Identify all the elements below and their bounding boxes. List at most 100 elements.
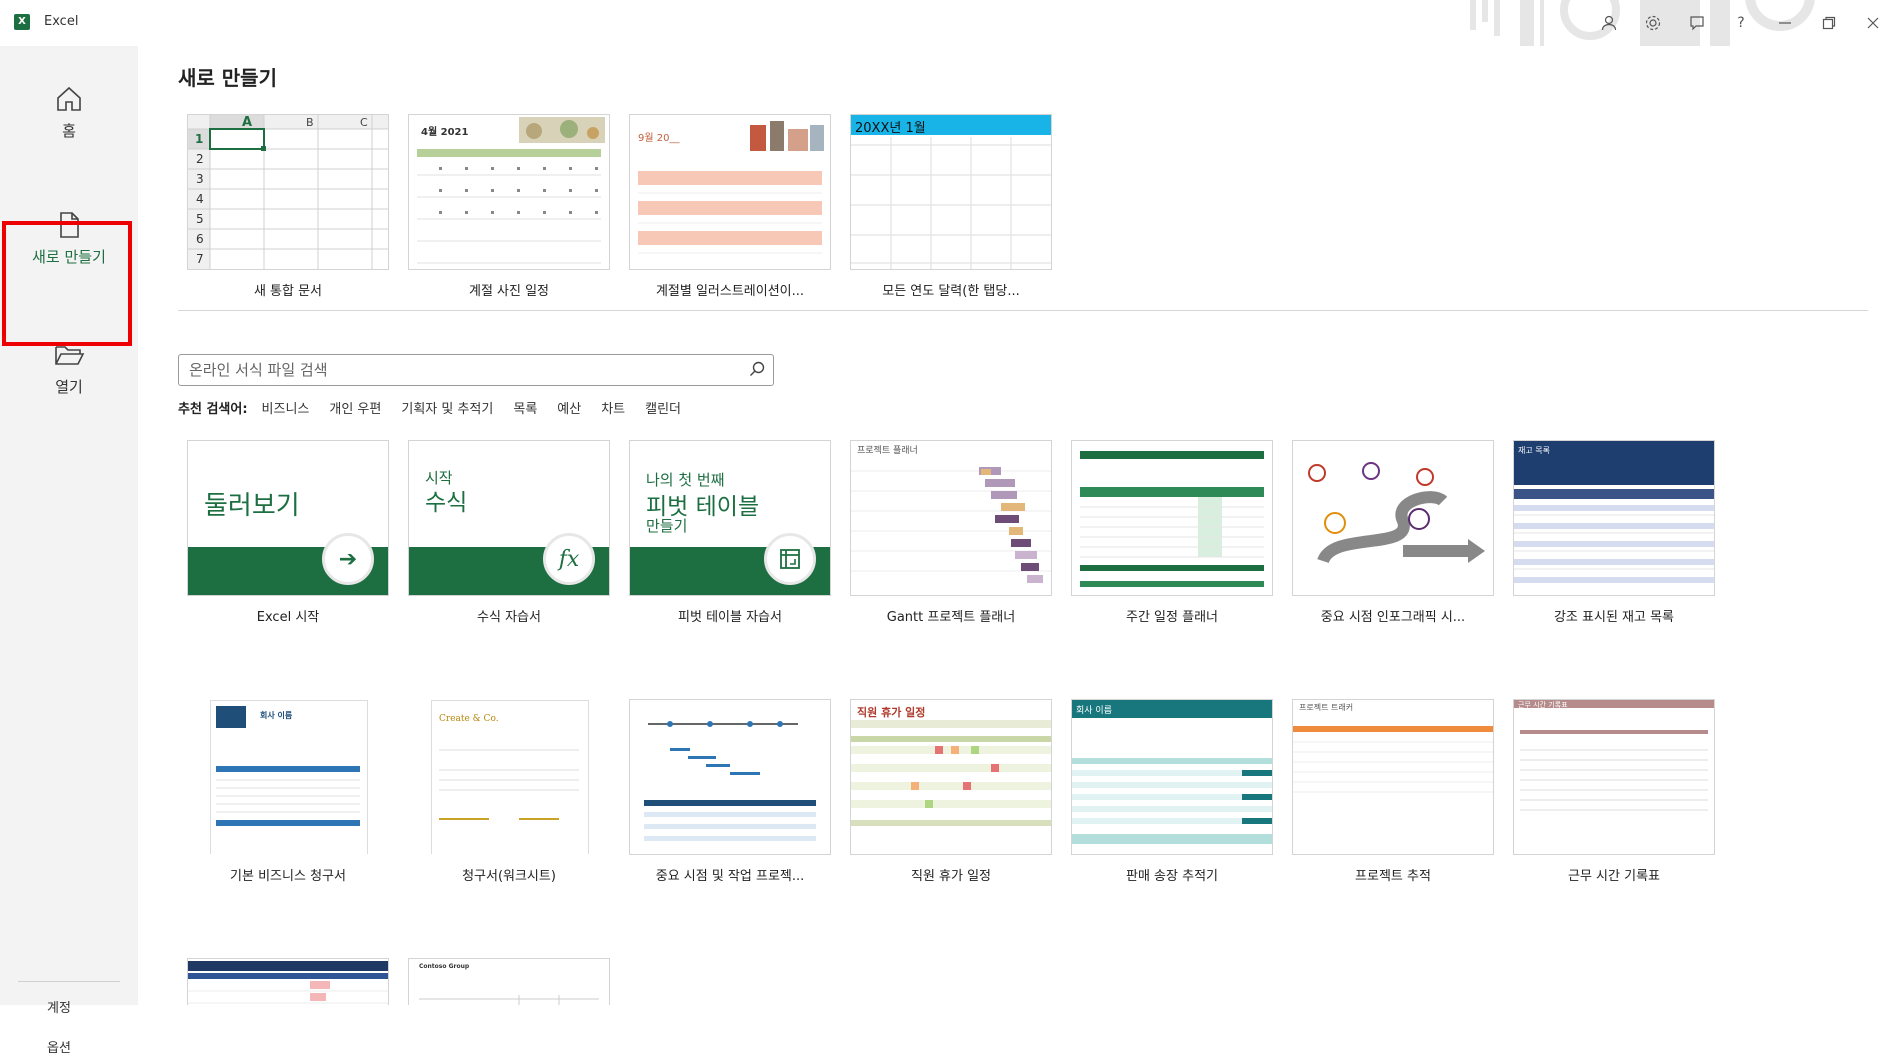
title-bar: X Excel ?	[0, 0, 1895, 46]
template-thumbnail: 9월 20__	[629, 114, 831, 270]
thumb-text: 둘러보기	[204, 491, 300, 521]
template-employee-vacation[interactable]: 직원 휴가 일정 직원 휴가 일정	[850, 699, 1052, 884]
invoice-thumbnail	[216, 766, 360, 826]
help-icon[interactable]: ?	[1719, 0, 1763, 46]
template-seasonal-photo-calendar[interactable]: 4월 2021 계절 사진 일정	[408, 114, 610, 299]
template-highlighted-inventory[interactable]: 재고 목록 강조 표시된 재고 목록	[1513, 440, 1715, 625]
template-thumbnail: 프로젝트 플래너	[850, 440, 1052, 596]
template-invoice-worksheet[interactable]: Create & Co. 청구서(워크시트)	[408, 699, 610, 884]
main-panel: 새로 만들기 A B C 1 2 3 4 5 6 7 새 통합 문서 4월 20…	[138, 46, 1895, 1005]
template-thumbnail: Contoso Group	[408, 958, 610, 1005]
year-calendar-grid	[851, 137, 1051, 269]
sidebar-item-home[interactable]: 홈	[0, 84, 138, 141]
suggested-searches: 추천 검색어: 비즈니스 개인 우편 기획자 및 추적기 목록 예산 차트 캘린…	[178, 398, 681, 417]
template-seasonal-illustrated-calendar[interactable]: 9월 20__ 계절별 일러스트레이션이...	[629, 114, 831, 299]
sales-tracker-thumbnail	[1072, 758, 1272, 844]
grid-row: 5	[196, 212, 204, 226]
template-any-year-calendar[interactable]: 20XX년 1월 모든 연도 달력(한 탭당...	[850, 114, 1052, 299]
template-blank-workbook[interactable]: A B C 1 2 3 4 5 6 7 새 통합 문서	[187, 114, 389, 299]
template-milestone-infographic[interactable]: 중요 시점 인포그래픽 시...	[1292, 440, 1494, 625]
suggested-business[interactable]: 비즈니스	[262, 398, 310, 417]
template-thumbnail: 직원 휴가 일정	[850, 699, 1052, 855]
template-business-checklist[interactable]: Contoso Group	[408, 958, 610, 1005]
grid-row: 3	[196, 172, 204, 186]
grid-col-c: C	[360, 116, 368, 129]
arrow-right-icon: ➔	[322, 533, 374, 585]
template-label: 중요 시점 인포그래픽 시...	[1320, 610, 1466, 625]
budget-thumbnail	[188, 961, 388, 1004]
template-label: 강조 표시된 재고 목록	[1553, 610, 1675, 625]
restore-icon[interactable]	[1807, 0, 1851, 46]
account-icon[interactable]	[1587, 0, 1631, 46]
suggested-lists[interactable]: 목록	[513, 398, 537, 417]
grid-row: 7	[196, 252, 204, 266]
template-label: 청구서(워크시트)	[462, 869, 556, 884]
template-thumbnail: A B C 1 2 3 4 5 6 7	[187, 114, 389, 270]
template-weekly-planner[interactable]: 주간 일정 플래너	[1071, 440, 1273, 625]
template-search-box[interactable]	[178, 354, 774, 386]
template-label: 모든 연도 달력(한 탭당...	[882, 284, 1020, 299]
thumb-text: 만들기	[646, 517, 688, 535]
template-excel-tour[interactable]: 둘러보기 ➔ Excel 시작	[187, 440, 389, 625]
settings-icon[interactable]	[1631, 0, 1675, 46]
template-milestone-task-project[interactable]: 중요 시점 및 작업 프로젝...	[629, 699, 831, 884]
suggested-label: 추천 검색어:	[178, 402, 248, 417]
sidebar-item-label: 홈	[62, 122, 76, 140]
template-budget-ytd[interactable]	[187, 958, 389, 1005]
template-label: 계절 사진 일정	[468, 284, 550, 299]
thumb-text: 프로젝트 플래너	[857, 446, 918, 456]
sidebar-item-account[interactable]: 계정	[0, 997, 118, 1016]
search-input[interactable]	[187, 356, 731, 384]
inventory-thumbnail	[1514, 489, 1714, 583]
sidebar: 홈 새로 만들기 열기 계정 옵션	[0, 46, 138, 1056]
selection-highlight	[2, 221, 132, 346]
timesheet-thumbnail	[1520, 730, 1708, 811]
search-icon[interactable]	[749, 361, 765, 377]
section-divider	[178, 310, 1868, 311]
template-thumbnail: 20XX년 1월	[850, 114, 1052, 270]
template-label: 새 통합 문서	[253, 284, 323, 299]
suggested-calendar[interactable]: 캘린더	[645, 398, 681, 417]
template-label: 계절별 일러스트레이션이...	[655, 284, 805, 299]
template-label: 판매 송장 추적기	[1126, 869, 1218, 884]
project-tracker-thumbnail	[1293, 726, 1493, 793]
template-sales-invoice-tracker[interactable]: 회사 이름 판매 송장 추적기	[1071, 699, 1273, 884]
suggested-charts[interactable]: 차트	[601, 398, 625, 417]
template-thumbnail	[1071, 440, 1273, 596]
grid-row: 2	[196, 152, 204, 166]
checklist-thumbnail	[419, 995, 599, 1005]
template-thumbnail: 프로젝트 트래커	[1292, 699, 1494, 855]
close-icon[interactable]	[1851, 0, 1895, 46]
template-timesheet[interactable]: 근무 시간 기록표 근무 시간 기록표	[1513, 699, 1715, 884]
template-thumbnail: 둘러보기 ➔	[187, 440, 389, 596]
suggested-personal-mail[interactable]: 개인 우편	[329, 398, 381, 417]
gantt-thumbnail	[851, 467, 1051, 583]
template-thumbnail: 4월 2021	[408, 114, 610, 270]
sidebar-item-options[interactable]: 옵션	[0, 1037, 118, 1056]
template-formula-tutorial[interactable]: 시작 수식 fx 수식 자습서	[408, 440, 610, 625]
invoice-worksheet-thumbnail	[439, 749, 579, 820]
template-label: Excel 시작	[256, 610, 320, 625]
minimize-icon[interactable]	[1763, 0, 1807, 46]
template-label: 주간 일정 플래너	[1126, 610, 1218, 625]
suggested-planners-trackers[interactable]: 기획자 및 추적기	[401, 398, 493, 417]
template-thumbnail: 회사 이름	[1071, 699, 1273, 855]
grid-col-a: A	[242, 115, 253, 130]
function-fx-icon: fx	[543, 533, 595, 585]
template-pivottable-tutorial[interactable]: 나의 첫 번째 피벗 테이블 만들기 피벗 테이블 자습서	[629, 440, 831, 625]
template-label: 프로젝트 추적	[1355, 869, 1431, 884]
template-gantt-planner[interactable]: 프로젝트 플래너 Gantt 프로젝트 플래너	[850, 440, 1052, 625]
pivot-table-icon	[764, 533, 816, 585]
suggested-budget[interactable]: 예산	[557, 398, 581, 417]
template-thumbnail: 근무 시간 기록표	[1513, 699, 1715, 855]
grid-row: 1	[195, 132, 204, 146]
calendar-title: 9월 20__	[638, 133, 680, 144]
template-label: 근무 시간 기록표	[1568, 869, 1660, 884]
vacation-thumbnail	[851, 720, 1051, 826]
template-label: 수식 자습서	[477, 610, 541, 625]
feedback-icon[interactable]	[1675, 0, 1719, 46]
template-project-tracker[interactable]: 프로젝트 트래커 프로젝트 추적	[1292, 699, 1494, 884]
template-basic-business-invoice[interactable]: 회사 이름 기본 비즈니스 청구서	[187, 699, 389, 884]
template-thumbnail: 나의 첫 번째 피벗 테이블 만들기	[629, 440, 831, 596]
sidebar-item-open[interactable]: 열기	[0, 340, 138, 397]
